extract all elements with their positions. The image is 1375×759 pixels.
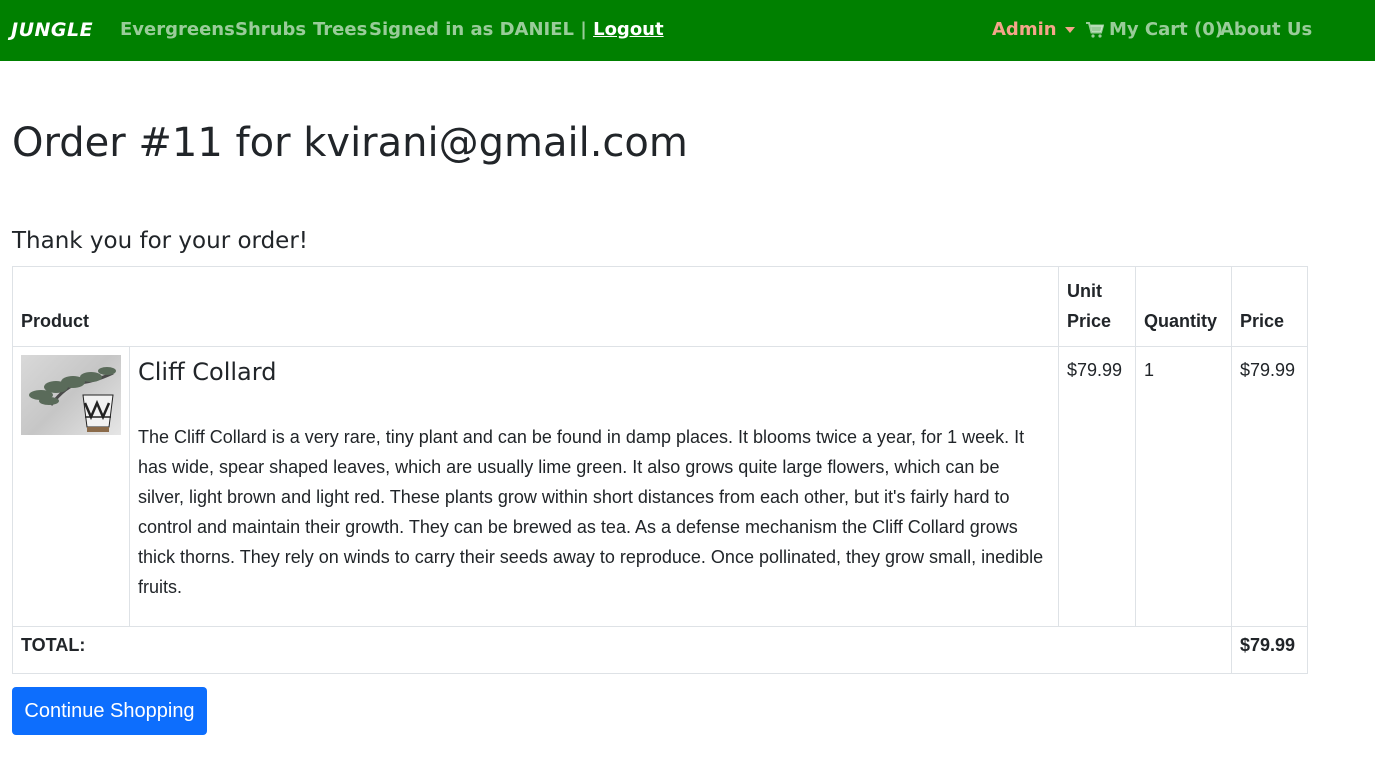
product-name: Cliff Collard	[138, 358, 277, 386]
top-navbar: JUNGLE Evergreens Shrubs Trees Signed in…	[0, 0, 1375, 61]
continue-shopping-button[interactable]: Continue Shopping	[12, 687, 207, 735]
unit-price-cell: $79.99	[1058, 346, 1136, 627]
thank-you-message: Thank you for your order!	[12, 228, 309, 254]
total-row: TOTAL: $79.99	[12, 626, 1308, 674]
nav-link-about[interactable]: About Us	[1220, 19, 1312, 40]
total-value: $79.99	[1231, 626, 1308, 674]
shopping-cart-icon	[1086, 21, 1104, 38]
price-cell: $79.99	[1231, 346, 1308, 627]
header-product: Product	[12, 266, 1059, 347]
page-title: Order #11 for kvirani@gmail.com	[12, 120, 688, 166]
cart-label: My Cart (0)	[1109, 19, 1223, 40]
product-description: The Cliff Collard is a very rare, tiny p…	[138, 427, 1044, 597]
header-price: Price	[1231, 266, 1308, 347]
header-unit-price-line1: Unit	[1067, 281, 1102, 301]
signed-in-label: Signed in as DANIEL |	[369, 19, 587, 40]
brand-logo[interactable]: JUNGLE	[11, 19, 93, 41]
nav-link-shrubs[interactable]: Shrubs	[235, 19, 306, 40]
product-image	[21, 355, 121, 435]
quantity-cell: 1	[1135, 346, 1232, 627]
table-header-row: Product Unit Price Quantity Price	[12, 266, 1308, 347]
nav-link-evergreens[interactable]: Evergreens	[120, 19, 235, 40]
header-quantity: Quantity	[1135, 266, 1232, 347]
product-info-cell: Cliff Collard The Cliff Collard is a ver…	[129, 346, 1059, 627]
caret-down-icon	[1064, 26, 1075, 33]
admin-label: Admin	[992, 19, 1057, 40]
signed-in-status: Signed in as DANIEL | Logout	[369, 19, 664, 40]
header-unit-price-line2: Price	[1067, 311, 1112, 331]
admin-dropdown[interactable]: Admin	[992, 19, 1075, 40]
header-unit-price: Unit Price	[1058, 266, 1136, 347]
nav-link-trees[interactable]: Trees	[313, 19, 367, 40]
cart-link[interactable]: My Cart (0)	[1086, 19, 1223, 40]
total-label: TOTAL:	[12, 626, 1232, 674]
product-image-cell	[12, 346, 130, 627]
order-table: Product Unit Price Quantity Price Cliff …	[12, 266, 1308, 674]
table-row: Cliff Collard The Cliff Collard is a ver…	[12, 346, 1308, 627]
logout-link[interactable]: Logout	[593, 19, 664, 40]
